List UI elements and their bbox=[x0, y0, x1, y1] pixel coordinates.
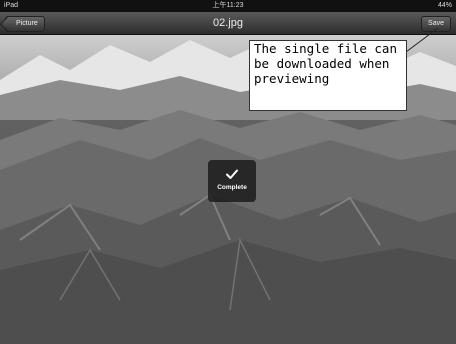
checkmark-icon bbox=[226, 169, 238, 179]
annotation-callout: The single file can be downloaded when p… bbox=[249, 40, 407, 111]
photo-preview-screen: iPad 上午11:23 44% 02.jpg Picture Save The… bbox=[0, 0, 456, 344]
complete-hud: Complete bbox=[208, 160, 256, 202]
complete-label: Complete bbox=[217, 184, 247, 191]
